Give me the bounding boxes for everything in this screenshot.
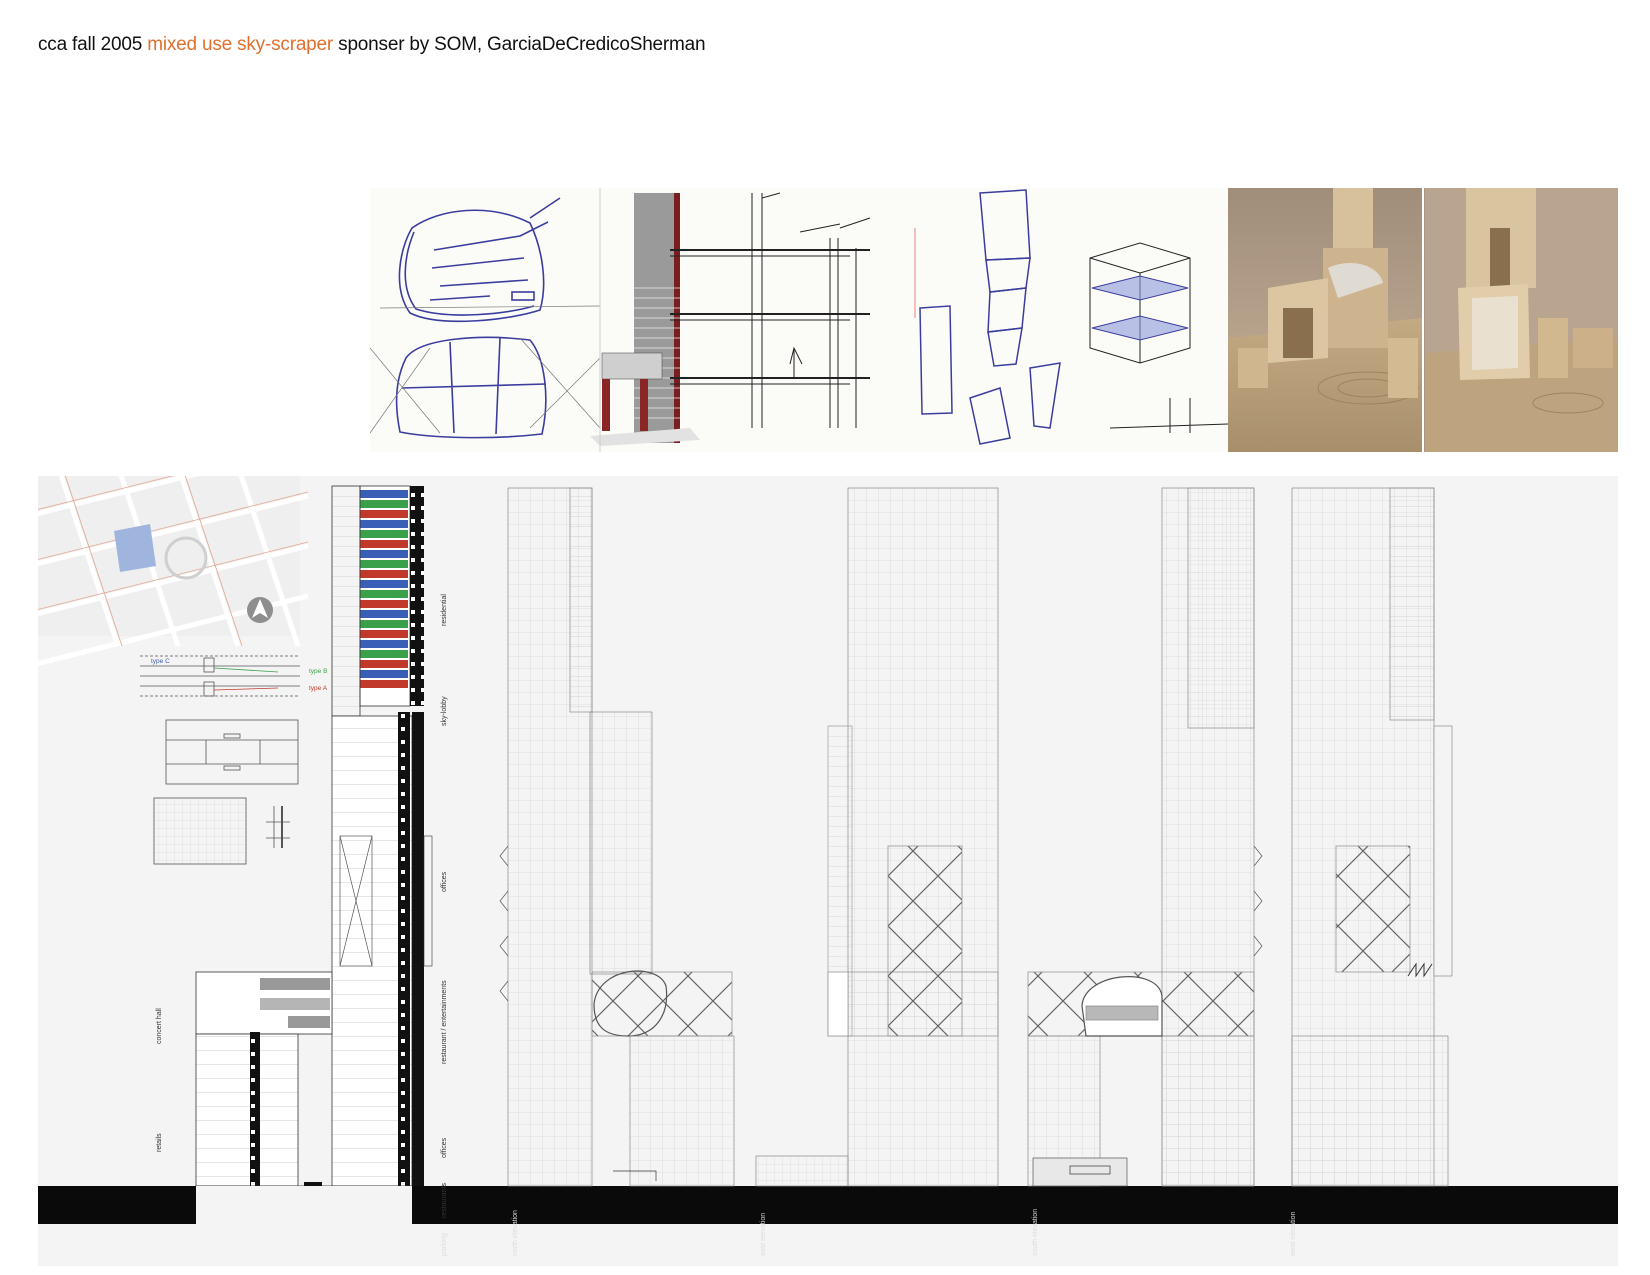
label-residential: residential bbox=[441, 594, 448, 626]
section-sketch bbox=[670, 192, 871, 428]
label-south-elevation: south elevation bbox=[1032, 1208, 1039, 1256]
concept-sketches bbox=[370, 188, 1228, 452]
site-plan bbox=[38, 476, 309, 667]
label-concert-hall: concert hall bbox=[156, 1008, 163, 1044]
sketches-svg bbox=[370, 188, 1228, 452]
drawings-svg bbox=[38, 476, 1618, 1266]
site-parcel bbox=[114, 524, 156, 572]
north-arrow-icon bbox=[247, 597, 273, 623]
label-restaurants: restaurants bbox=[441, 1182, 448, 1218]
label-parking: parking bbox=[441, 1233, 448, 1256]
legend-type-a: type A bbox=[309, 685, 328, 692]
label-offices-lower: offices bbox=[441, 1137, 448, 1158]
south-elevation bbox=[1027, 487, 1263, 1187]
elevation-drawings: residential sky-lobby offices restaurant… bbox=[38, 476, 1618, 1266]
label-east-elevation: east elevation bbox=[760, 1212, 767, 1256]
title-part2: sponser by SOM, GarciaDeCredicoSherman bbox=[338, 34, 706, 55]
east-elevation bbox=[755, 487, 999, 1187]
label-sky-lobby: sky-lobby bbox=[441, 696, 448, 726]
label-north-elevation: north elevation bbox=[512, 1210, 519, 1256]
unit-plans bbox=[140, 655, 300, 865]
title-part1: cca fall 2005 bbox=[38, 34, 143, 55]
label-offices-upper: offices bbox=[441, 871, 448, 892]
box-diagram-sketch bbox=[1089, 242, 1228, 433]
label-restaurant: restaurant / entertainments bbox=[441, 980, 448, 1064]
legend-type-c: type C bbox=[151, 658, 170, 665]
plan-sketch bbox=[395, 197, 561, 439]
ground-band-left bbox=[38, 1186, 196, 1224]
legend-type-b: type B bbox=[309, 668, 328, 675]
label-west-elevation: west elevation bbox=[1290, 1211, 1297, 1256]
label-retails: retails bbox=[156, 1133, 163, 1152]
page-title: cca fall 2005 mixed use sky-scraper spon… bbox=[38, 34, 706, 56]
model-photos-svg bbox=[1228, 188, 1618, 452]
north-elevation bbox=[499, 487, 735, 1187]
title-accent: mixed use sky-scraper bbox=[147, 34, 334, 55]
west-elevation bbox=[1291, 487, 1453, 1187]
form-study-sketch bbox=[919, 189, 1061, 445]
model-photos bbox=[1228, 188, 1618, 452]
ground-band-right bbox=[412, 1186, 1618, 1224]
